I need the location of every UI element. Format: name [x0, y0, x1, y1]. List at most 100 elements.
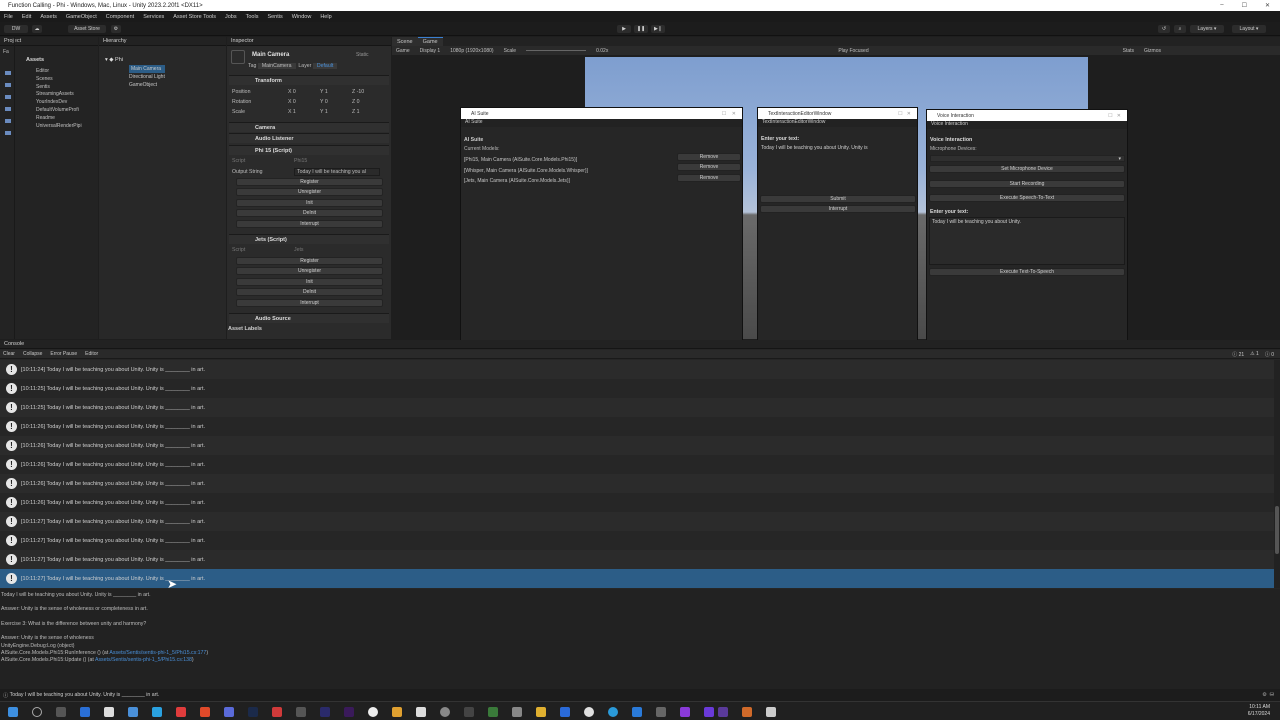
project-item[interactable]: Scenes — [36, 76, 82, 84]
chrome-icon[interactable] — [584, 707, 594, 717]
submit-button[interactable]: Submit — [760, 195, 916, 203]
assets-root[interactable]: Assets — [26, 57, 44, 63]
stats-button[interactable]: Stats — [1123, 48, 1134, 54]
console-log-row[interactable]: ! [10:11:27] Today I will be teaching you… — [0, 550, 1274, 569]
menu-file[interactable]: File — [4, 14, 13, 20]
project-item[interactable]: Sentis — [36, 84, 82, 92]
display-dropdown[interactable]: Display 1 — [420, 48, 441, 54]
phi-script-header[interactable]: Phi 15 (Script) — [229, 145, 389, 155]
jets-init-button[interactable]: Init — [236, 278, 383, 286]
tag-dropdown[interactable]: MainCamera — [257, 63, 296, 69]
warning-count-badge[interactable]: ⚠ 1 — [1250, 351, 1259, 358]
console-log-row[interactable]: ! [10:11:27] Today I will be teaching you… — [0, 512, 1274, 531]
scale-x-field[interactable]: 1 — [293, 109, 296, 115]
voice-window-titlebar[interactable]: Voice Interaction ☐ ✕ — [927, 110, 1127, 121]
gear-icon[interactable]: ⚙ — [111, 25, 121, 33]
hierarchy-tab[interactable]: Hierarchy — [99, 37, 226, 46]
file-explorer-icon[interactable] — [536, 707, 546, 717]
console-log-row[interactable]: ! [10:11:26] Today I will be teaching you… — [0, 417, 1274, 436]
phi-deinit-button[interactable]: DeInit — [236, 209, 383, 217]
menu-edit[interactable]: Edit — [22, 14, 31, 20]
recording-app-icon[interactable] — [176, 707, 186, 717]
layer-dropdown[interactable]: Default — [312, 63, 338, 69]
position-z-field[interactable]: -10 — [357, 89, 365, 95]
play-focused-dropdown[interactable]: Play Focused — [838, 48, 868, 54]
blender-icon[interactable] — [392, 707, 402, 717]
menu-asset-store-tools[interactable]: Asset Store Tools — [173, 14, 216, 20]
ai-suite-titlebar[interactable]: AI Suite ☐ ✕ — [461, 108, 742, 119]
clear-button[interactable]: Clear — [3, 351, 15, 357]
github-icon[interactable] — [464, 707, 474, 717]
text-input[interactable]: Today I will be teaching you about Unity… — [761, 145, 916, 193]
app-icon[interactable] — [296, 707, 306, 717]
console-log-row[interactable]: ! [10:11:25] Today I will be teaching you… — [0, 379, 1274, 398]
scale-slider[interactable] — [526, 50, 587, 51]
project-item[interactable]: Readme — [36, 115, 82, 123]
app-icon[interactable] — [224, 707, 234, 717]
hierarchy-item-main-camera[interactable]: Main Camera — [129, 65, 165, 73]
microphone-dropdown[interactable]: ▾ — [930, 155, 1125, 162]
console-log-row[interactable]: ! [10:11:26] Today I will be teaching you… — [0, 436, 1274, 455]
status-bar[interactable]: ⓘ Today I will be teaching you about Uni… — [0, 689, 1280, 701]
maximize-button[interactable]: ☐ — [1242, 2, 1247, 9]
app-icon[interactable] — [512, 707, 522, 717]
menu-component[interactable]: Component — [106, 14, 134, 20]
rotation-z-field[interactable]: 0 — [357, 99, 360, 105]
vscode-icon[interactable] — [632, 707, 642, 717]
app-icon[interactable] — [656, 707, 666, 717]
remove-phi-button[interactable]: Remove — [677, 153, 741, 161]
edge-icon[interactable] — [608, 707, 618, 717]
output-string-field[interactable]: Today I will be teaching you al — [294, 168, 380, 176]
app-icon[interactable] — [742, 707, 752, 717]
clock[interactable]: 10:11 AM 6/17/2024 — [1248, 704, 1270, 718]
phi-interrupt-button[interactable]: Interrupt — [236, 220, 383, 228]
notes-icon[interactable] — [416, 707, 426, 717]
chrome-icon[interactable] — [368, 707, 378, 717]
edge-icon[interactable] — [80, 707, 90, 717]
voice-window-tab[interactable]: Voice Interaction — [927, 121, 1127, 129]
transform-header[interactable]: Transform — [229, 75, 389, 85]
cloud-icon[interactable]: ☁ — [32, 25, 42, 33]
tab-scene[interactable]: Scene — [392, 37, 418, 46]
error-count-badge[interactable]: ⓘ 0 — [1265, 351, 1274, 358]
close-button[interactable]: ✕ — [1265, 2, 1270, 9]
console-log-row[interactable]: ! [10:11:26] Today I will be teaching you… — [0, 493, 1274, 512]
console-log-row[interactable]: ! [10:11:24] Today I will be teaching you… — [0, 360, 1274, 379]
scale-y-field[interactable]: 1 — [325, 109, 328, 115]
voice-text-input[interactable]: Today I will be teaching you about Unity… — [929, 217, 1125, 265]
speech-to-text-button[interactable]: Execute Speech-To-Text — [929, 194, 1125, 202]
tab-game[interactable]: Game — [417, 37, 443, 46]
minimize-button[interactable]: – — [1220, 2, 1223, 9]
search-icon[interactable]: ⌕ — [1174, 25, 1186, 33]
rotation-y-field[interactable]: 0 — [325, 99, 328, 105]
position-y-field[interactable]: 1 — [325, 89, 328, 95]
static-toggle[interactable]: Static — [356, 52, 369, 58]
ai-suite-tab[interactable]: AI Suite — [461, 119, 742, 127]
text-window-tab[interactable]: TextInteractionEditorWindow — [758, 119, 917, 127]
hierarchy-item-directional-light[interactable]: Directional Light — [129, 73, 165, 81]
hierarchy-item-gameobject[interactable]: GameObject — [129, 81, 165, 89]
audio-listener-header[interactable]: Audio Listener — [229, 133, 389, 143]
layout-dropdown[interactable]: Layout ▾ — [1232, 25, 1266, 33]
camera-component-header[interactable]: Camera — [229, 122, 389, 132]
project-item[interactable]: StreamingAssets — [36, 91, 82, 99]
menu-jobs[interactable]: Jobs — [225, 14, 237, 20]
telegram-icon[interactable] — [152, 707, 162, 717]
console-log-row-selected[interactable]: ! [10:11:27] Today I will be teaching you… — [0, 569, 1274, 588]
menu-sentis[interactable]: Sentis — [267, 14, 282, 20]
jets-script-field[interactable]: Jets — [294, 247, 304, 253]
illustrator-icon[interactable] — [272, 707, 282, 717]
console-log-row[interactable]: ! [10:11:26] Today I will be teaching you… — [0, 455, 1274, 474]
project-item[interactable]: Editor — [36, 68, 82, 76]
account-button[interactable]: DW — [4, 25, 28, 33]
menu-gameobject[interactable]: GameObject — [66, 14, 97, 20]
jets-deinit-button[interactable]: DeInit — [236, 288, 383, 296]
interrupt-button[interactable]: Interrupt — [760, 205, 916, 213]
console-scrollbar[interactable] — [1274, 360, 1280, 588]
inspector-tab[interactable]: Inspector — [227, 37, 391, 46]
project-item[interactable]: YourIndexDev — [36, 99, 82, 107]
phi-init-button[interactable]: Init — [236, 199, 383, 207]
jets-register-button[interactable]: Register — [236, 257, 383, 265]
photoshop-icon[interactable] — [248, 707, 258, 717]
menu-help[interactable]: Help — [320, 14, 331, 20]
